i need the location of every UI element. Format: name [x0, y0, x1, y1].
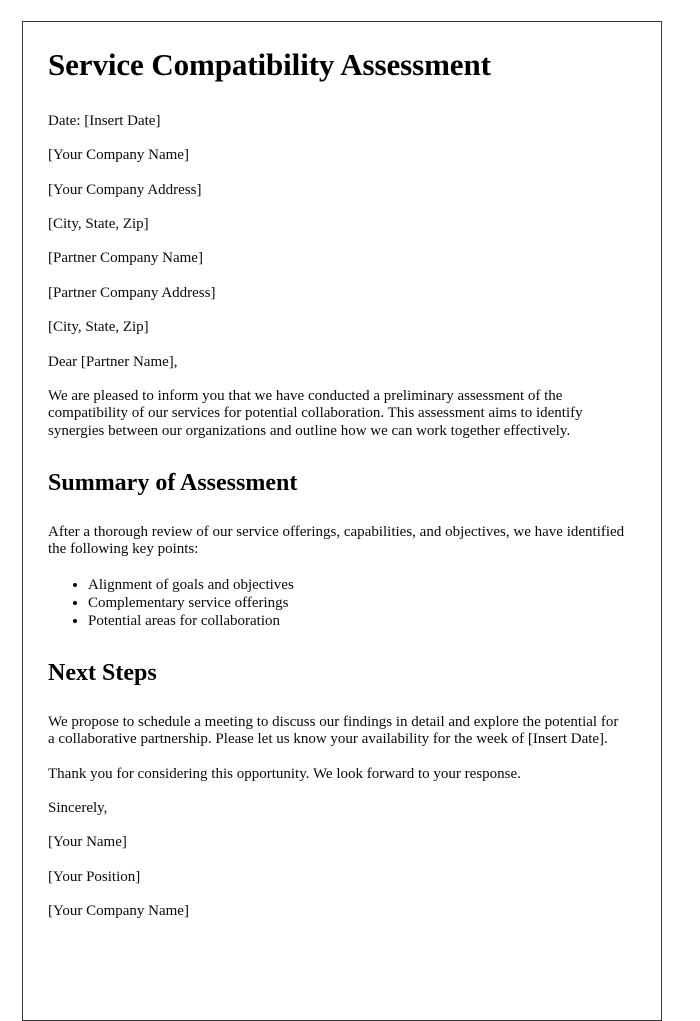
date-line: Date: [Insert Date] — [48, 112, 161, 129]
signature-your-position: [Your Position] — [48, 868, 141, 885]
section-heading-summary-of-assessment: Summary of Assessment — [48, 470, 298, 497]
sender-company-address: [Your Company Address] — [48, 181, 202, 198]
recipient-company-name: [Partner Company Name] — [48, 250, 203, 267]
section-heading-next-steps: Next Steps — [48, 660, 157, 687]
sender-city-state-zip: [City, State, Zip] — [48, 215, 149, 232]
sender-company-name: [Your Company Name] — [48, 147, 189, 164]
salutation: Dear [Partner Name], — [48, 353, 178, 370]
recipient-city-state-zip: [City, State, Zip] — [48, 319, 149, 336]
list-item: Alignment of goals and objectives — [88, 576, 647, 594]
intro-paragraph: We are pleased to inform you that we hav… — [48, 387, 583, 439]
recipient-company-address: [Partner Company Address] — [48, 284, 216, 301]
list-item: Potential areas for collaboration — [88, 612, 647, 630]
closing-paragraph: Thank you for considering this opportuni… — [48, 765, 521, 782]
next-steps-paragraph: We propose to schedule a meeting to disc… — [48, 713, 619, 748]
key-points-list: Alignment of goals and objectives Comple… — [48, 576, 647, 631]
summary-paragraph: After a thorough review of our service o… — [48, 523, 625, 558]
document-content: Service Compatibility Assessment Date: [… — [23, 22, 661, 921]
list-item: Complementary service offerings — [88, 594, 647, 612]
document-page: Service Compatibility Assessment Date: [… — [22, 21, 662, 1021]
signature-your-name: [Your Name] — [48, 834, 127, 851]
sign-off: Sincerely, — [48, 800, 108, 817]
page-title: Service Compatibility Assessment — [48, 47, 491, 82]
signature-your-company-name: [Your Company Name] — [48, 903, 189, 920]
